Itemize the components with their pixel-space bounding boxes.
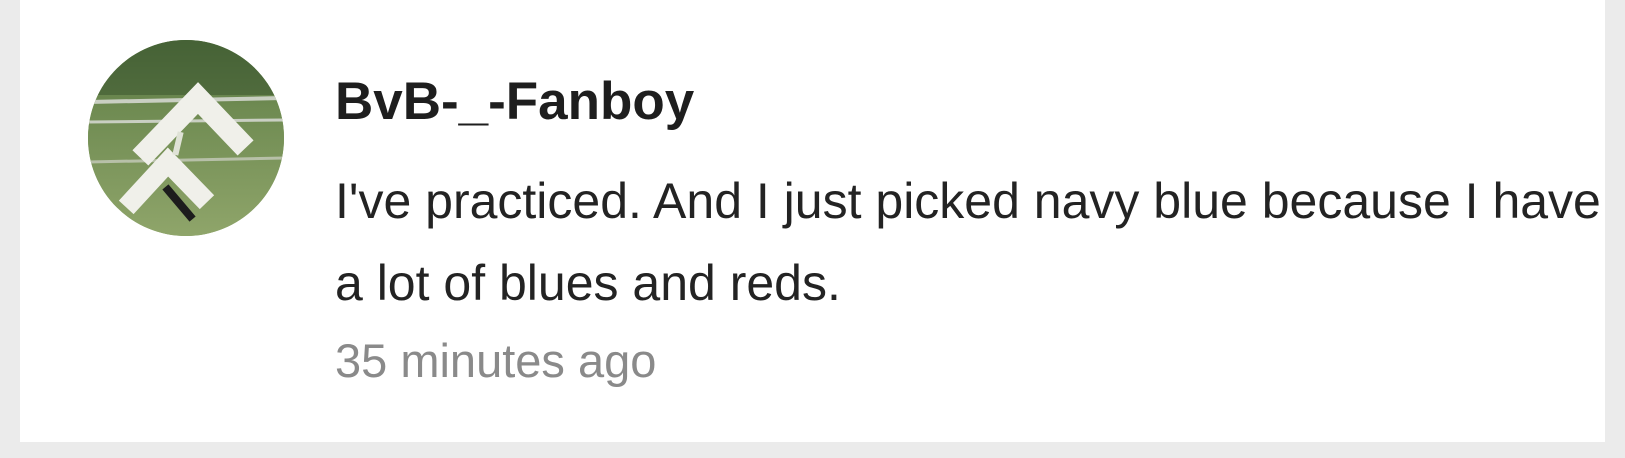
comment-body: I've practiced. And I just picked navy b… (335, 173, 1601, 311)
avatar-photo-icon (88, 40, 284, 236)
comment-timestamp: 35 minutes ago (335, 334, 657, 387)
comment-username[interactable]: BvB-_-Fanboy (335, 70, 694, 134)
user-avatar[interactable] (88, 40, 284, 236)
comment-card: BvB-_-Fanboy I've practiced. And I just … (20, 0, 1605, 442)
